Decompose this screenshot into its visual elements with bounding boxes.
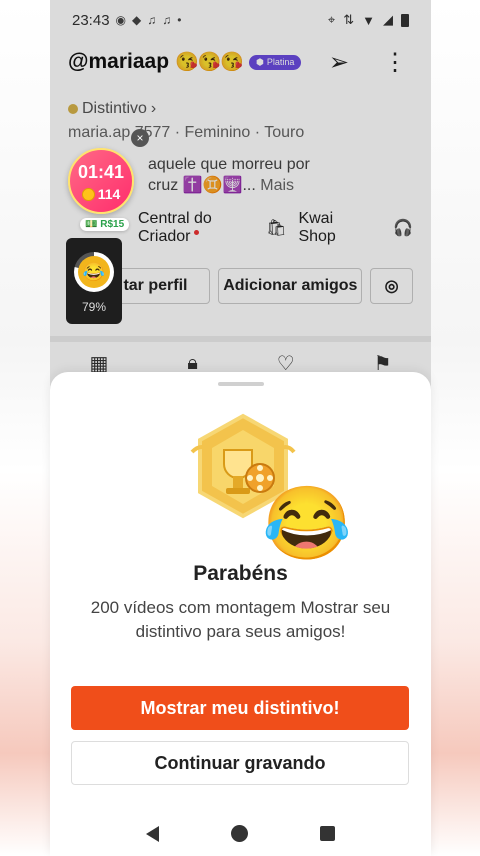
laugh-icon: 😂	[78, 256, 110, 288]
congrats-bottom-sheet: 😂 Parabéns 200 vídeos com montagem Mostr…	[50, 372, 431, 856]
blurred-right-background	[430, 0, 480, 856]
timer-widget[interactable]: 01:41 114	[68, 148, 134, 214]
sheet-description: 200 vídeos com montagem Mostrar seu dist…	[90, 598, 391, 641]
coin-count: 114	[97, 186, 121, 202]
sheet-grabber[interactable]	[217, 382, 264, 386]
money-value: R$15	[100, 219, 125, 230]
progress-widget[interactable]: 😂 79%	[66, 238, 122, 324]
laughing-emoji-icon: 😂	[262, 484, 352, 564]
show-badge-button[interactable]: Mostrar meu distintivo!	[71, 686, 409, 730]
blurred-left-background	[0, 0, 50, 856]
system-nav-bar	[50, 825, 431, 842]
sheet-title: Parabéns	[193, 562, 288, 585]
close-icon[interactable]: ×	[131, 129, 149, 147]
back-icon[interactable]	[146, 825, 159, 842]
progress-ring: 😂	[74, 252, 114, 292]
continue-recording-button[interactable]: Continuar gravando	[71, 741, 409, 785]
cash-icon: 💵	[85, 219, 98, 230]
money-reward-pill: 💵 R$15	[80, 218, 130, 231]
progress-label: 79%	[81, 300, 107, 314]
timer-value: 01:41	[77, 162, 125, 182]
recent-apps-icon[interactable]	[320, 826, 335, 841]
home-icon[interactable]	[231, 825, 248, 842]
coin-icon	[81, 187, 95, 201]
